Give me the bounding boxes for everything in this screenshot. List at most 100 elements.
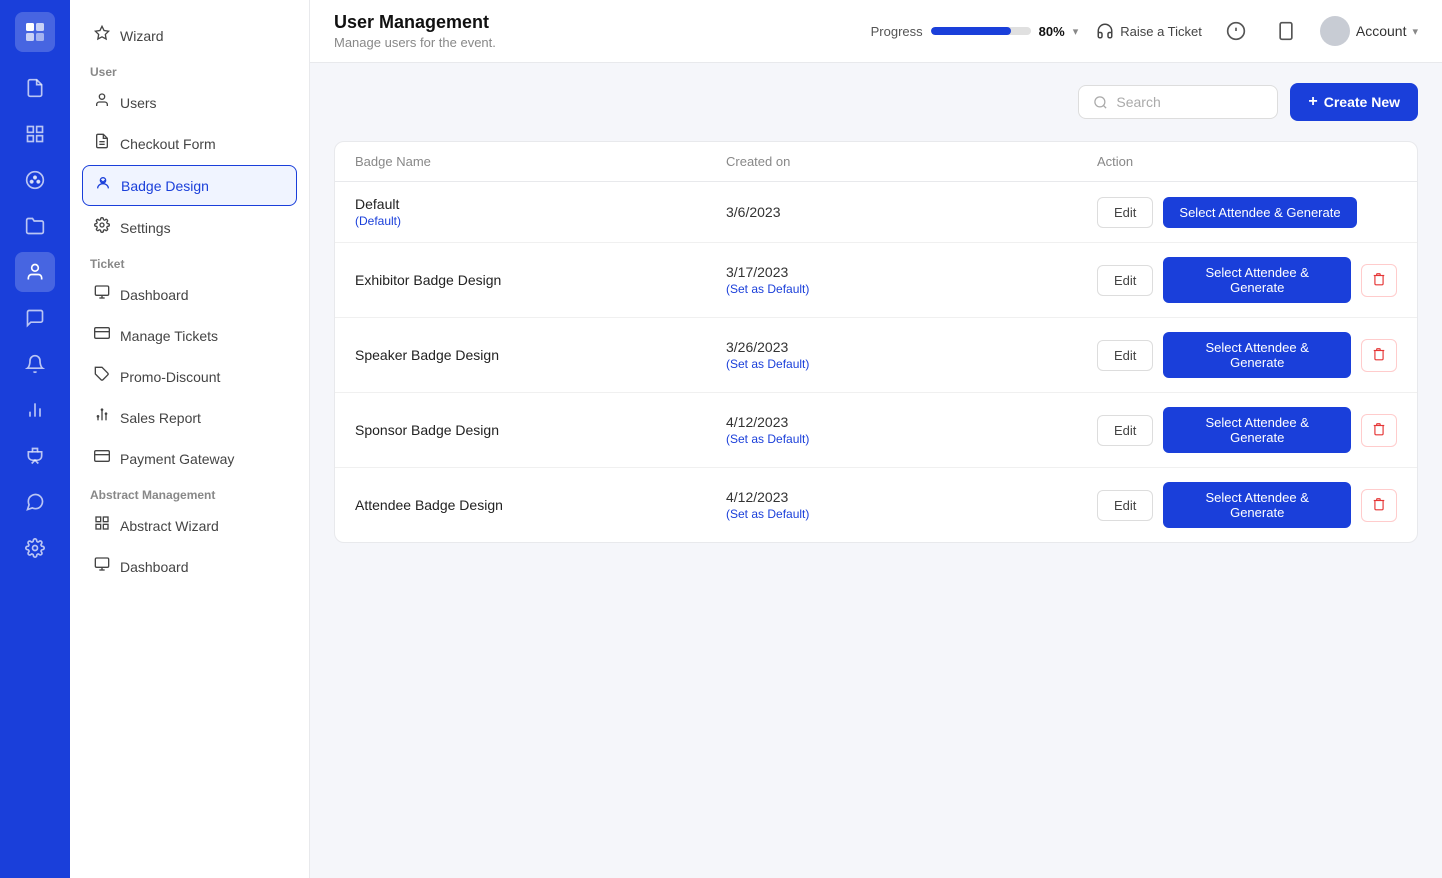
action-cell: Edit Select Attendee & Generate [1097,482,1397,528]
edit-button[interactable]: Edit [1097,265,1153,296]
manage-tickets-icon [94,325,110,346]
created-date: 4/12/2023 [726,489,1097,505]
raise-ticket-label: Raise a Ticket [1120,24,1202,39]
generate-button[interactable]: Select Attendee & Generate [1163,332,1351,378]
nav-icon-user[interactable] [15,252,55,292]
generate-button[interactable]: Select Attendee & Generate [1163,257,1351,303]
main-area: User Management Manage users for the eve… [310,0,1442,878]
create-new-label: Create New [1324,94,1400,110]
edit-button[interactable]: Edit [1097,197,1153,228]
badge-table: Badge Name Created on Action Default (De… [334,141,1418,543]
nav-users[interactable]: Users [82,83,297,122]
badge-design-icon [95,175,111,196]
nav-manage-tickets[interactable]: Manage Tickets [82,316,297,355]
promo-icon [94,366,110,387]
nav-abstract-wizard[interactable]: Abstract Wizard [82,506,297,545]
nav-icon-bubble[interactable] [15,482,55,522]
nav-icon-gear[interactable] [15,528,55,568]
nav-icon-grid[interactable] [15,114,55,154]
account-btn[interactable]: Account ▾ [1320,16,1418,46]
delete-button[interactable] [1361,414,1397,447]
nav-wizard[interactable]: Wizard [82,16,297,55]
created-date: 3/26/2023 [726,339,1097,355]
nav-abstract-dashboard-label: Dashboard [120,559,189,575]
nav-icon-document[interactable] [15,68,55,108]
col-action: Action [1097,154,1397,169]
set-as-default-link[interactable]: (Set as Default) [726,507,1097,521]
nav-abstract-wizard-label: Abstract Wizard [120,518,219,534]
nav-payment-gateway-label: Payment Gateway [120,451,234,467]
nav-sales-report[interactable]: Sales Report [82,398,297,437]
edit-button[interactable]: Edit [1097,490,1153,521]
generate-button[interactable]: Select Attendee & Generate [1163,482,1351,528]
nav-icon-folder[interactable] [15,206,55,246]
abstract-wizard-icon [94,515,110,536]
edit-button[interactable]: Edit [1097,415,1153,446]
nav-promo-discount[interactable]: Promo-Discount [82,357,297,396]
nav-badge-design[interactable]: Badge Design [82,165,297,206]
page-title: User Management [334,12,496,33]
account-caret: ▾ [1412,25,1418,38]
progress-bar [931,27,1031,35]
raise-ticket-btn[interactable]: Raise a Ticket [1096,22,1202,40]
create-new-button[interactable]: + Create New [1290,83,1418,121]
table-row: Sponsor Badge Design 4/12/2023 (Set as D… [335,393,1417,468]
edit-button[interactable]: Edit [1097,340,1153,371]
nav-wizard-label: Wizard [120,28,164,44]
users-icon [94,92,110,113]
created-on-cell: 4/12/2023 (Set as Default) [726,414,1097,446]
generate-button[interactable]: Select Attendee & Generate [1163,197,1356,228]
search-placeholder: Search [1116,94,1160,110]
nav-badge-design-label: Badge Design [121,178,209,194]
progress-pct: 80% [1039,24,1065,39]
account-avatar [1320,16,1350,46]
nav-checkout-form[interactable]: Checkout Form [82,124,297,163]
payment-gateway-icon [94,448,110,469]
delete-button[interactable] [1361,489,1397,522]
nav-users-label: Users [120,95,157,111]
nav-ticket-dashboard[interactable]: Dashboard [82,275,297,314]
nav-icon-palette[interactable] [15,160,55,200]
ticket-section-label: Ticket [82,249,297,275]
action-cell: Edit Select Attendee & Generate [1097,197,1397,228]
nav-icon-chart[interactable] [15,390,55,430]
created-on-cell: 3/26/2023 (Set as Default) [726,339,1097,371]
nav-icon-trophy[interactable] [15,436,55,476]
nav-promo-label: Promo-Discount [120,369,220,385]
progress-caret[interactable]: ▾ [1073,25,1079,38]
badge-name-cell: Default (Default) [355,196,726,228]
app-logo[interactable] [15,12,55,52]
progress-bar-fill [931,27,1011,35]
created-date: 4/12/2023 [726,414,1097,430]
badge-name-cell: Speaker Badge Design [355,347,726,363]
created-on-cell: 4/12/2023 (Set as Default) [726,489,1097,521]
info-btn[interactable] [1220,15,1252,47]
delete-button[interactable] [1361,339,1397,372]
badge-name: Speaker Badge Design [355,347,726,363]
left-panel: Wizard User Users Checkout Form Badge De… [70,0,310,878]
action-cell: Edit Select Attendee & Generate [1097,332,1397,378]
table-header: Badge Name Created on Action [335,142,1417,182]
set-as-default-link[interactable]: (Set as Default) [726,357,1097,371]
nav-icon-bell[interactable] [15,344,55,384]
ticket-dashboard-icon [94,284,110,305]
sales-report-icon [94,407,110,428]
delete-button[interactable] [1361,264,1397,297]
action-cell: Edit Select Attendee & Generate [1097,257,1397,303]
user-section-label: User [82,57,297,83]
nav-payment-gateway[interactable]: Payment Gateway [82,439,297,478]
search-box[interactable]: Search [1078,85,1278,119]
generate-button[interactable]: Select Attendee & Generate [1163,407,1351,453]
set-as-default-link[interactable]: (Set as Default) [726,432,1097,446]
nav-settings[interactable]: Settings [82,208,297,247]
mobile-btn[interactable] [1270,15,1302,47]
badge-default-label: (Default) [355,214,726,228]
badge-name-cell: Attendee Badge Design [355,497,726,513]
nav-checkout-form-label: Checkout Form [120,136,216,152]
nav-icon-chat[interactable] [15,298,55,338]
col-created-on: Created on [726,154,1097,169]
badge-name-cell: Sponsor Badge Design [355,422,726,438]
set-as-default-link[interactable]: (Set as Default) [726,282,1097,296]
nav-abstract-dashboard[interactable]: Dashboard [82,547,297,586]
created-on-cell: 3/6/2023 [726,204,1097,220]
